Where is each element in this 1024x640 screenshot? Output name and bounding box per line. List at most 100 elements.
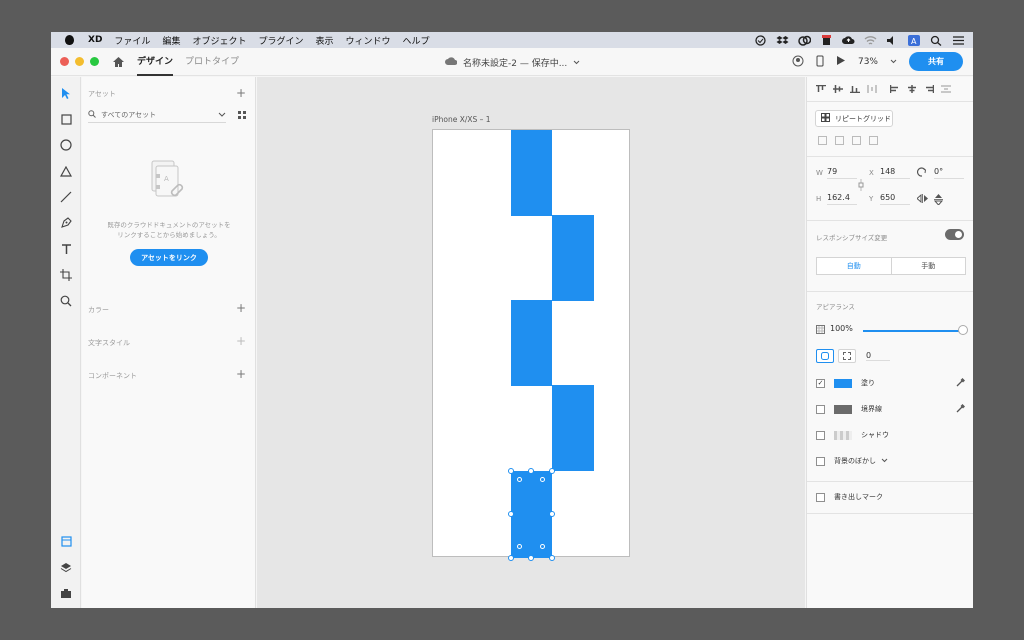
add-char-style-plus-icon[interactable]: + bbox=[236, 335, 246, 347]
design-canvas[interactable]: iPhone X/XS – 1 bbox=[257, 77, 805, 608]
plugins-panel-icon[interactable] bbox=[59, 586, 73, 600]
boolean-intersect-icon[interactable] bbox=[852, 136, 861, 145]
blue-rectangle[interactable] bbox=[511, 300, 552, 386]
line-tool-icon[interactable] bbox=[59, 190, 73, 204]
lock-aspect-icon[interactable] bbox=[858, 179, 864, 193]
repeat-grid-button[interactable]: リピートグリッド bbox=[815, 110, 893, 127]
select-tool-icon[interactable] bbox=[59, 86, 73, 100]
blue-rectangle[interactable] bbox=[552, 385, 594, 471]
manual-mode-button[interactable]: 手動 bbox=[892, 258, 966, 274]
wifi-icon[interactable] bbox=[864, 35, 877, 46]
assets-panel-icon[interactable] bbox=[59, 534, 73, 548]
opacity-value[interactable]: 100% bbox=[830, 324, 853, 333]
chevron-down-icon[interactable] bbox=[881, 457, 888, 465]
corner-radius-field[interactable]: 0 bbox=[866, 351, 890, 361]
distribute-vertical-icon[interactable] bbox=[941, 85, 951, 93]
align-top-icon[interactable] bbox=[816, 84, 826, 93]
rectangle-tool-icon[interactable] bbox=[59, 112, 73, 126]
maximize-window-button[interactable] bbox=[90, 57, 99, 66]
input-method-icon[interactable]: A bbox=[908, 34, 921, 46]
tab-prototype[interactable]: プロトタイプ bbox=[185, 48, 239, 76]
artboard[interactable] bbox=[432, 129, 630, 561]
add-color-plus-icon[interactable]: + bbox=[236, 302, 246, 314]
resize-handle[interactable] bbox=[508, 468, 514, 474]
eyedropper-icon[interactable] bbox=[956, 403, 966, 413]
add-asset-plus-icon[interactable]: + bbox=[236, 87, 246, 99]
resize-handle[interactable] bbox=[508, 555, 514, 561]
blue-rectangle[interactable] bbox=[552, 215, 594, 301]
x-field[interactable]: 148 bbox=[880, 167, 910, 179]
export-mark-checkbox[interactable] bbox=[816, 492, 825, 502]
opacity-slider[interactable] bbox=[863, 330, 963, 332]
corner-radius-handle[interactable] bbox=[540, 477, 545, 482]
artboard-tool-icon[interactable] bbox=[59, 268, 73, 282]
background-blur-checkbox[interactable] bbox=[816, 456, 825, 466]
menu-window[interactable]: ウィンドウ bbox=[346, 34, 391, 47]
blue-rectangle[interactable] bbox=[511, 130, 552, 216]
per-corner-radius-icon[interactable] bbox=[838, 349, 856, 363]
home-icon[interactable] bbox=[112, 56, 125, 68]
eyedropper-icon[interactable] bbox=[956, 377, 966, 387]
width-field[interactable]: 79 bbox=[827, 167, 857, 179]
zoom-level[interactable]: 73% bbox=[858, 57, 878, 67]
resize-handle[interactable] bbox=[508, 511, 514, 517]
spotlight-search-icon[interactable] bbox=[930, 35, 943, 46]
menu-plugins[interactable]: プラグイン bbox=[258, 34, 303, 47]
shadow-color-swatch[interactable] bbox=[834, 430, 852, 440]
align-middle-icon[interactable] bbox=[833, 85, 843, 93]
artboard-name[interactable]: iPhone X/XS – 1 bbox=[432, 115, 491, 124]
polygon-tool-icon[interactable] bbox=[59, 164, 73, 178]
resize-handle[interactable] bbox=[528, 555, 534, 561]
device-preview-icon[interactable] bbox=[816, 55, 824, 69]
auto-mode-button[interactable]: 自動 bbox=[817, 258, 892, 274]
corner-radius-handle[interactable] bbox=[540, 544, 545, 549]
creative-cloud-sync-icon[interactable] bbox=[754, 34, 767, 46]
resize-handle[interactable] bbox=[549, 555, 555, 561]
align-center-icon[interactable] bbox=[907, 85, 917, 93]
zoom-tool-icon[interactable] bbox=[59, 294, 73, 308]
ellipse-tool-icon[interactable] bbox=[59, 138, 73, 152]
asset-search[interactable]: すべてのアセット bbox=[88, 107, 226, 123]
boolean-add-icon[interactable] bbox=[818, 136, 827, 145]
tab-design[interactable]: デザイン bbox=[137, 48, 174, 76]
usb-drive-icon[interactable] bbox=[820, 34, 833, 46]
add-component-plus-icon[interactable]: + bbox=[236, 368, 246, 380]
pen-tool-icon[interactable] bbox=[59, 216, 73, 230]
play-preview-icon[interactable] bbox=[836, 55, 846, 68]
menu-edit[interactable]: 編集 bbox=[162, 34, 180, 47]
border-checkbox[interactable] bbox=[816, 404, 825, 414]
height-field[interactable]: 162.4 bbox=[827, 193, 857, 205]
link-assets-button[interactable]: アセットをリンク bbox=[130, 249, 208, 266]
y-field[interactable]: 650 bbox=[880, 193, 910, 205]
menu-view[interactable]: 表示 bbox=[315, 34, 333, 47]
user-icon[interactable] bbox=[792, 55, 804, 69]
share-button[interactable]: 共有 bbox=[909, 52, 963, 71]
menu-app-xd[interactable]: XD bbox=[88, 35, 102, 45]
volume-icon[interactable] bbox=[886, 35, 899, 46]
border-color-swatch[interactable] bbox=[834, 404, 852, 414]
menu-file[interactable]: ファイル bbox=[114, 34, 150, 47]
apple-icon[interactable] bbox=[65, 35, 74, 45]
corner-radius-handle[interactable] bbox=[517, 477, 522, 482]
dropbox-icon[interactable] bbox=[776, 35, 789, 46]
align-right-icon[interactable] bbox=[924, 85, 935, 93]
uniform-radius-icon[interactable] bbox=[816, 349, 834, 363]
resize-handle[interactable] bbox=[528, 468, 534, 474]
align-bottom-icon[interactable] bbox=[850, 85, 860, 94]
boolean-subtract-icon[interactable] bbox=[835, 136, 844, 145]
fill-checkbox[interactable]: ✓ bbox=[816, 378, 825, 388]
resize-handle[interactable] bbox=[549, 511, 555, 517]
resize-handle[interactable] bbox=[549, 468, 555, 474]
align-left-icon[interactable] bbox=[889, 85, 900, 93]
text-tool-icon[interactable] bbox=[59, 242, 73, 256]
corner-radius-handle[interactable] bbox=[517, 544, 522, 549]
flip-horizontal-icon[interactable] bbox=[916, 193, 928, 205]
rotation-field[interactable]: 0° bbox=[934, 167, 964, 179]
minimize-window-button[interactable] bbox=[75, 57, 84, 66]
cloud-upload-icon[interactable] bbox=[842, 35, 855, 46]
responsive-resize-toggle[interactable] bbox=[945, 229, 964, 240]
flip-vertical-icon[interactable] bbox=[933, 194, 944, 207]
document-title[interactable]: 名称未設定-2 — 保存中... bbox=[445, 56, 580, 69]
control-center-icon[interactable] bbox=[952, 35, 965, 46]
grid-view-icon[interactable] bbox=[238, 111, 246, 121]
